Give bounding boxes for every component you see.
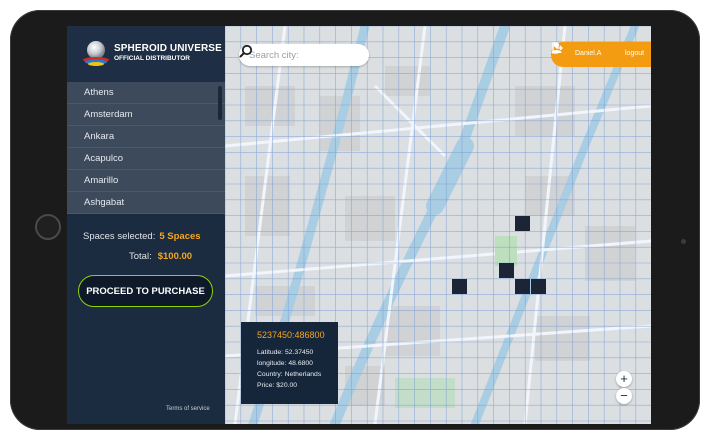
brand-subtitle: OFFICIAL DISTRIBUTOR [114,55,190,62]
cell-price: Price: $20.00 [257,382,298,389]
total-value: $100.00 [157,251,193,262]
cell-info-popup: 5237450:486800 Latitude: 52.37450 longit… [241,322,338,404]
selected-cell[interactable] [452,279,467,294]
city-list[interactable]: Athens Amsterdam Ankara Acapulco Amarill… [67,82,225,214]
home-button [35,214,61,240]
brand-header: SPHEROID UNIVERSE OFFICIAL DISTRIBUTOR [67,26,225,82]
selected-cell[interactable] [499,263,514,278]
spaces-selected-label: Spaces selected: [83,231,156,242]
spheroid-logo-icon [83,41,109,66]
logout-link[interactable]: logout [625,50,644,57]
cell-id: 5237450:486800 [257,330,325,340]
spaces-selected-value: 5 Spaces [159,231,201,242]
user-badge: Daniel.A logout [551,42,651,67]
terms-of-service-link[interactable]: Terms of service [166,406,210,412]
map-view[interactable]: Daniel.A logout 5237450:486800 Latitude:… [225,26,651,424]
city-item-amsterdam[interactable]: Amsterdam [67,104,225,126]
selected-cell[interactable] [515,216,530,231]
search-input[interactable] [249,47,345,63]
logout-icon[interactable] [551,42,563,54]
sidebar: SPHEROID UNIVERSE OFFICIAL DISTRIBUTOR A… [67,26,225,424]
city-item-amarillo[interactable]: Amarillo [67,170,225,192]
total-label: Total: [129,251,152,262]
app-screen: SPHEROID UNIVERSE OFFICIAL DISTRIBUTOR A… [67,26,651,424]
spaces-selected-row: Spaces selected: 5 Spaces [83,231,201,242]
city-item-athens[interactable]: Athens [67,82,225,104]
city-list-scrollbar[interactable] [218,86,222,120]
cell-latitude: Latitude: 52.37450 [257,349,314,356]
city-item-ashgabat[interactable]: Ashgabat [67,192,225,214]
search-bar [239,44,369,66]
city-item-acapulco[interactable]: Acapulco [67,148,225,170]
proceed-to-purchase-button[interactable]: PROCEED TO PURCHASE [78,275,213,307]
user-name[interactable]: Daniel.A [575,50,601,57]
cell-longitude: longitude: 48.6800 [257,360,313,367]
search-icon[interactable] [239,44,253,58]
zoom-in-button[interactable]: + [616,371,632,387]
cell-country: Country: Netherlands [257,371,322,378]
camera [681,239,686,244]
brand-title: SPHEROID UNIVERSE [114,43,222,54]
zoom-out-button[interactable]: − [616,388,632,404]
city-item-ankara[interactable]: Ankara [67,126,225,148]
selected-cell[interactable] [515,279,530,294]
total-row: Total: $100.00 [129,251,192,262]
selected-cell[interactable] [531,279,546,294]
